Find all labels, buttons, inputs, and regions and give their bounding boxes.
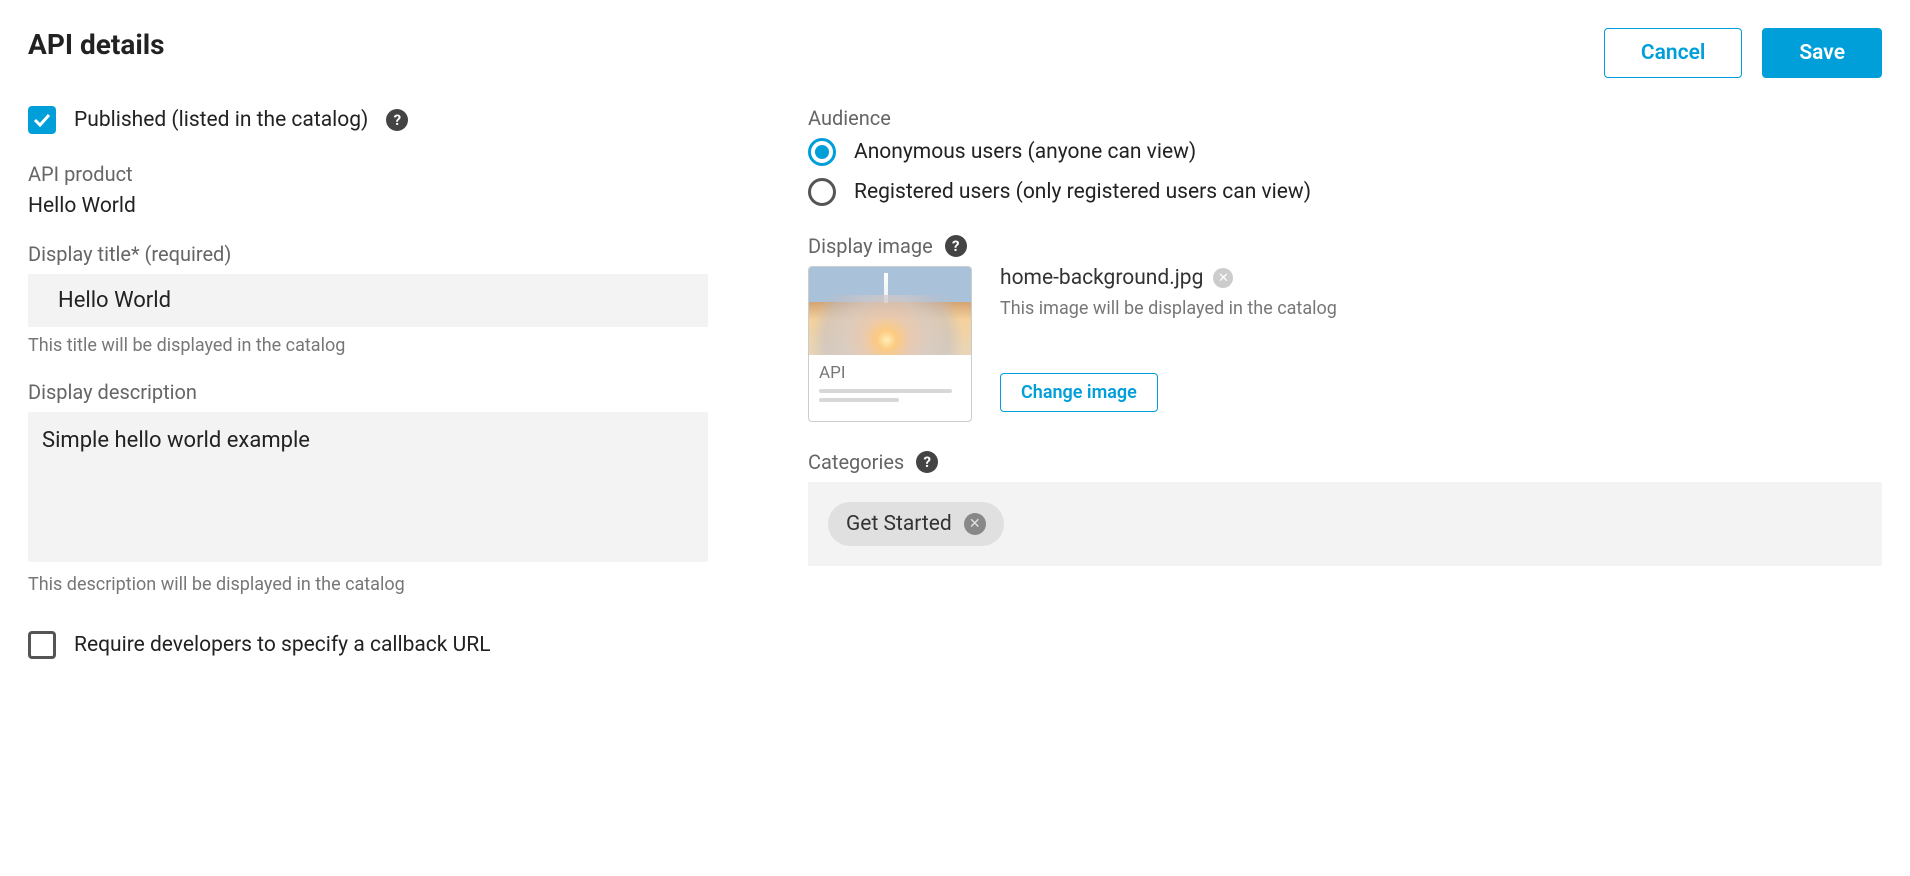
image-description: This image will be displayed in the cata… — [1000, 298, 1882, 319]
image-thumbnail — [809, 267, 971, 355]
categories-input[interactable]: Get Started ✕ — [808, 482, 1882, 566]
display-description-label: Display description — [28, 380, 708, 404]
skeleton-line — [819, 389, 952, 393]
category-chip: Get Started ✕ — [828, 502, 1004, 546]
published-label: Published (listed in the catalog) — [74, 108, 368, 132]
chip-label: Get Started — [846, 512, 952, 536]
callback-checkbox[interactable] — [28, 631, 56, 659]
api-product-label: API product — [28, 162, 708, 186]
image-preview-card: API — [808, 266, 972, 422]
save-button[interactable]: Save — [1762, 28, 1882, 78]
audience-anonymous-radio[interactable] — [808, 138, 836, 166]
display-title-label: Display title* (required) — [28, 242, 708, 266]
display-description-input[interactable] — [28, 412, 708, 562]
check-icon — [33, 113, 51, 127]
callback-label: Require developers to specify a callback… — [74, 633, 491, 657]
chip-remove-icon[interactable]: ✕ — [964, 513, 986, 535]
skeleton-line — [819, 398, 899, 402]
page-title: API details — [28, 28, 165, 61]
help-icon[interactable]: ? — [916, 451, 938, 473]
audience-registered-label: Registered users (only registered users … — [854, 180, 1311, 204]
change-image-button[interactable]: Change image — [1000, 373, 1158, 412]
display-title-hint: This title will be displayed in the cata… — [28, 335, 708, 356]
cancel-button[interactable]: Cancel — [1604, 28, 1742, 78]
audience-anonymous-label: Anonymous users (anyone can view) — [854, 140, 1196, 164]
image-filename: home-background.jpg — [1000, 266, 1203, 290]
api-product-value: Hello World — [28, 194, 708, 218]
remove-image-icon[interactable]: ✕ — [1213, 268, 1233, 288]
display-title-input[interactable] — [28, 274, 708, 327]
categories-label: Categories — [808, 450, 904, 474]
audience-registered-radio[interactable] — [808, 178, 836, 206]
published-checkbox[interactable] — [28, 106, 56, 134]
audience-label: Audience — [808, 106, 1882, 130]
help-icon[interactable]: ? — [945, 235, 967, 257]
display-image-label: Display image — [808, 234, 933, 258]
header-actions: Cancel Save — [1604, 28, 1882, 78]
image-card-title: API — [819, 363, 961, 383]
help-icon[interactable]: ? — [386, 109, 408, 131]
display-description-hint: This description will be displayed in th… — [28, 574, 708, 595]
